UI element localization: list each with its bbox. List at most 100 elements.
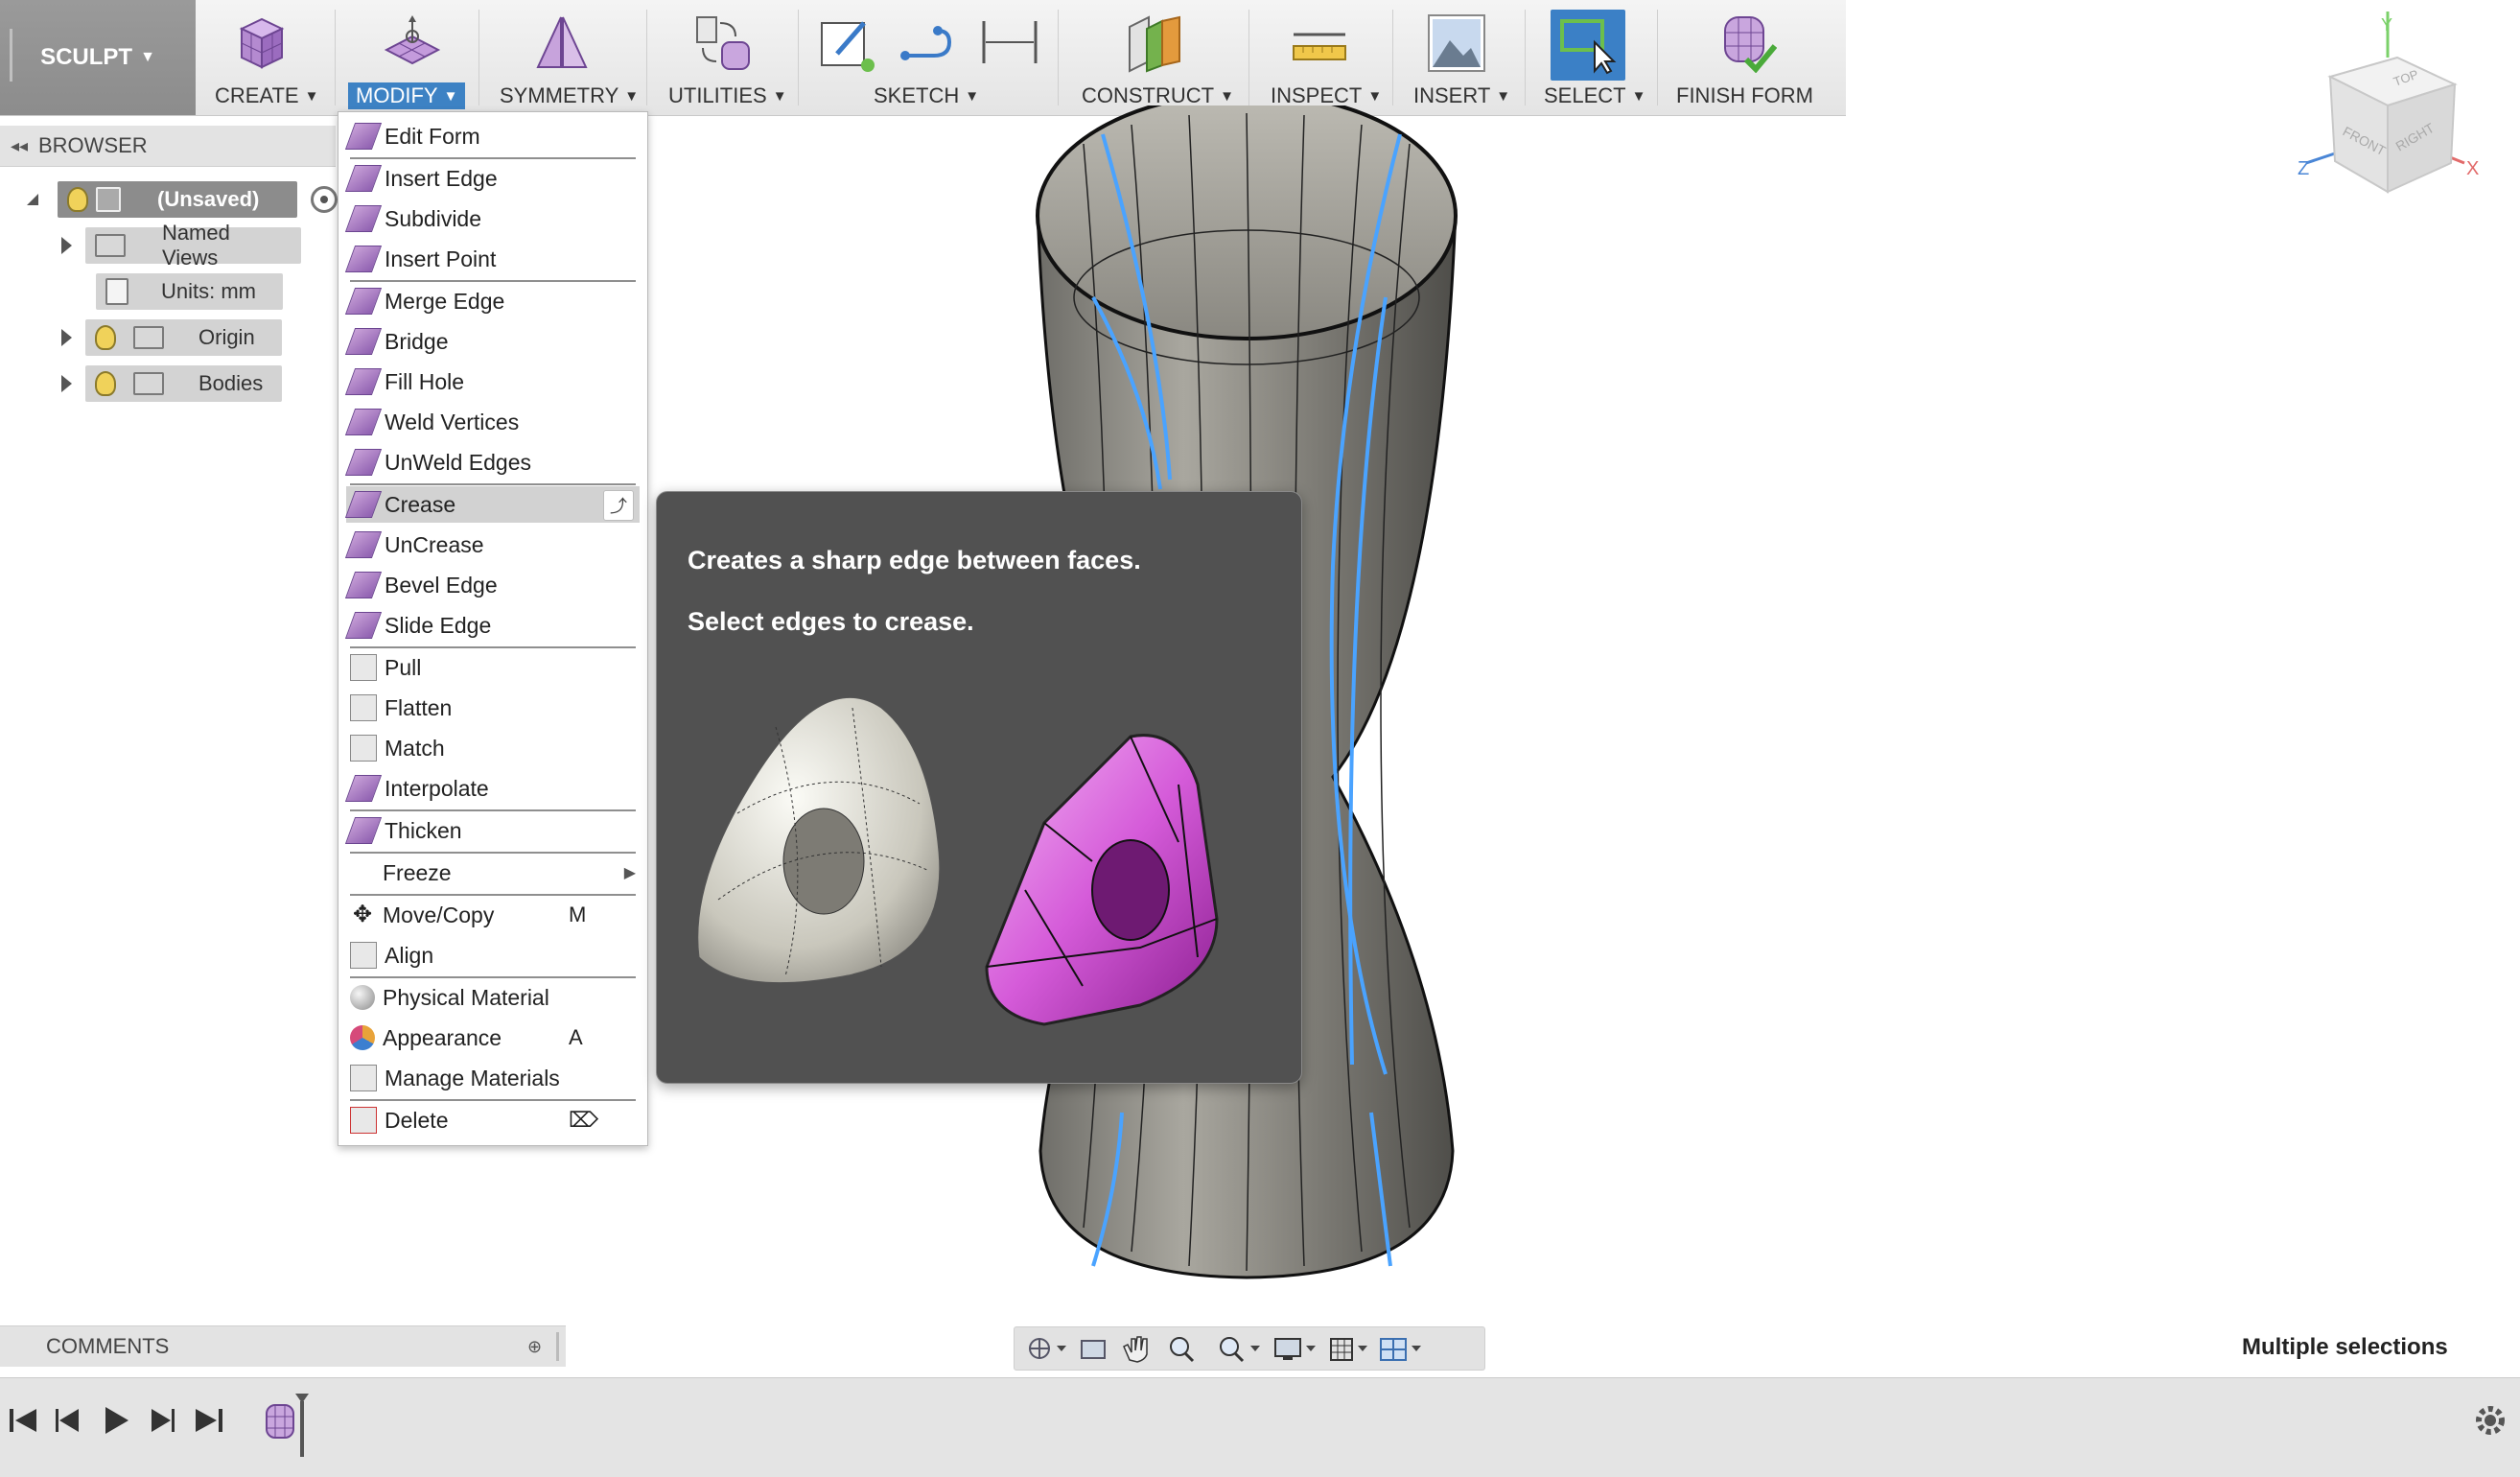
chevron-down-icon: ▼: [1631, 87, 1646, 105]
merge-edge-icon: [344, 288, 383, 315]
menu-item-manage-materials[interactable]: Manage Materials: [346, 1060, 640, 1096]
toolbar-divider: [478, 10, 479, 106]
smooth-shape-example: [697, 696, 941, 984]
utilities-icon: [696, 16, 750, 70]
play-icon[interactable]: [96, 1401, 134, 1440]
menu-item-slide-edge[interactable]: Slide Edge: [344, 607, 640, 644]
menu-separator: [350, 646, 636, 648]
fit-zoom-icon[interactable]: [1220, 1337, 1260, 1363]
toolbar: SCULPT ▼ CREATE ▼ MODIFY ▼ SYMMETRY ▼ UT…: [0, 0, 1846, 116]
interpolate-icon: [344, 775, 383, 802]
freeze-icon: [350, 860, 375, 885]
visibility-bulb-icon[interactable]: [95, 325, 116, 350]
menu-item-label: Bevel Edge: [385, 572, 498, 598]
display-settings-icon[interactable]: [1274, 1338, 1316, 1360]
menu-item-uncrease[interactable]: UnCrease: [344, 527, 640, 563]
menu-item-weld-vertices[interactable]: Weld Vertices: [344, 404, 640, 440]
grid-settings-icon[interactable]: [1330, 1338, 1367, 1361]
chevron-down-icon: ▼: [304, 87, 319, 105]
menu-item-flatten[interactable]: Flatten: [346, 690, 640, 726]
menu-item-label: Fill Hole: [385, 368, 465, 394]
appearance-icon: [350, 1025, 375, 1050]
menu-item-delete[interactable]: Delete ⌦: [346, 1102, 640, 1138]
browser-panel-header[interactable]: ◂◂ BROWSER: [0, 126, 336, 167]
insert-image-icon: [1428, 14, 1485, 72]
comments-panel-header[interactable]: COMMENTS ⊕: [0, 1325, 566, 1367]
gear-icon[interactable]: [2471, 1401, 2509, 1440]
folder-icon: [133, 372, 164, 395]
viewports-icon[interactable]: [1380, 1338, 1421, 1361]
workspace-mode-button[interactable]: SCULPT ▼: [0, 0, 196, 115]
axis-x-label: X: [2466, 158, 2479, 179]
measure-ruler-icon: [1293, 33, 1346, 60]
visibility-bulb-icon[interactable]: [95, 371, 116, 396]
browser-item-label: Origin: [198, 325, 255, 349]
go-to-end-icon[interactable]: [190, 1401, 228, 1440]
expand-triangle-icon[interactable]: [61, 237, 72, 254]
menu-item-interpolate[interactable]: Interpolate: [344, 770, 640, 807]
folder-icon: [133, 326, 164, 349]
menu-item-label: Flatten: [385, 694, 453, 720]
menu-item-merge-edge[interactable]: Merge Edge: [344, 283, 640, 319]
menu-item-label: Physical Material: [383, 984, 549, 1010]
pan-hand-icon[interactable]: [1123, 1336, 1148, 1363]
shortcut-key: M: [569, 903, 587, 926]
menu-item-bridge[interactable]: Bridge: [344, 323, 640, 360]
menu-item-freeze[interactable]: Freeze ▶: [346, 855, 640, 891]
activate-radio-icon[interactable]: [311, 186, 338, 213]
browser-item-origin[interactable]: Origin: [61, 319, 282, 356]
menu-separator: [350, 809, 636, 811]
collapse-panel-icon[interactable]: ◂◂: [0, 136, 38, 156]
shortcut-key: A: [569, 1025, 583, 1049]
menu-item-label: Appearance: [383, 1024, 502, 1050]
chevron-down-icon: ▼: [1220, 87, 1234, 105]
menu-item-pull[interactable]: Pull: [346, 649, 640, 686]
create-label: CREATE: [215, 83, 299, 107]
menu-item-crease[interactable]: Crease ⤴: [344, 486, 640, 523]
orbit-icon[interactable]: [1029, 1338, 1066, 1359]
timeline-form-feature-icon[interactable]: [261, 1392, 318, 1459]
menu-item-label: Interpolate: [385, 775, 489, 801]
menu-item-insert-point[interactable]: Insert Point: [344, 241, 640, 277]
menu-item-thicken[interactable]: Thicken: [344, 812, 640, 849]
visibility-bulb-icon[interactable]: [67, 187, 88, 212]
chevron-down-icon: ▼: [1496, 87, 1511, 105]
menu-item-unweld-edges[interactable]: UnWeld Edges: [344, 444, 640, 481]
expand-triangle-icon[interactable]: [61, 375, 72, 392]
match-icon: [350, 735, 377, 762]
browser-root-node[interactable]: (Unsaved): [27, 181, 338, 218]
panel-resize-handle[interactable]: [556, 1332, 559, 1361]
menu-item-align[interactable]: Align: [346, 937, 640, 973]
browser-item-bodies[interactable]: Bodies: [61, 365, 282, 402]
step-forward-icon[interactable]: [142, 1401, 180, 1440]
browser-title: BROWSER: [38, 133, 148, 157]
add-comment-icon[interactable]: ⊕: [527, 1337, 542, 1357]
menu-item-bevel-edge[interactable]: Bevel Edge: [344, 567, 640, 603]
zoom-icon[interactable]: [1170, 1337, 1195, 1363]
menu-item-physical-material[interactable]: Physical Material: [346, 979, 640, 1016]
menu-item-label: Insert Edge: [385, 165, 498, 191]
look-at-icon[interactable]: [1081, 1340, 1106, 1359]
menu-item-label: Subdivide: [385, 205, 482, 231]
menu-item-fill-hole[interactable]: Fill Hole: [344, 363, 640, 400]
menu-separator: [350, 1099, 636, 1101]
step-back-icon[interactable]: [50, 1401, 88, 1440]
axis-z-label: Z: [2298, 158, 2309, 179]
browser-item-units[interactable]: Units: mm: [96, 273, 283, 310]
menu-item-move-copy[interactable]: ✥ Move/Copy M: [346, 897, 640, 933]
browser-item-named-views[interactable]: Named Views: [61, 221, 301, 270]
go-to-start-icon[interactable]: [4, 1401, 42, 1440]
menu-item-edit-form[interactable]: Edit Form: [344, 118, 640, 154]
menu-item-subdivide[interactable]: Subdivide: [344, 200, 640, 237]
chevron-down-icon: ▼: [1367, 87, 1383, 105]
view-cube[interactable]: Y Z X TOP FRONT RIGHT: [2282, 10, 2484, 201]
pin-to-toolbar-icon[interactable]: ⤴: [603, 490, 634, 521]
menu-item-match[interactable]: Match: [346, 730, 640, 766]
creased-shape-example: [985, 734, 1219, 1026]
delete-key-icon: ⌦: [569, 1108, 599, 1132]
expanded-triangle-icon[interactable]: [27, 194, 38, 205]
menu-item-appearance[interactable]: Appearance A: [346, 1020, 640, 1056]
menu-item-insert-edge[interactable]: Insert Edge: [344, 160, 640, 197]
selection-status: Multiple selections: [2242, 1334, 2448, 1360]
expand-triangle-icon[interactable]: [61, 329, 72, 346]
